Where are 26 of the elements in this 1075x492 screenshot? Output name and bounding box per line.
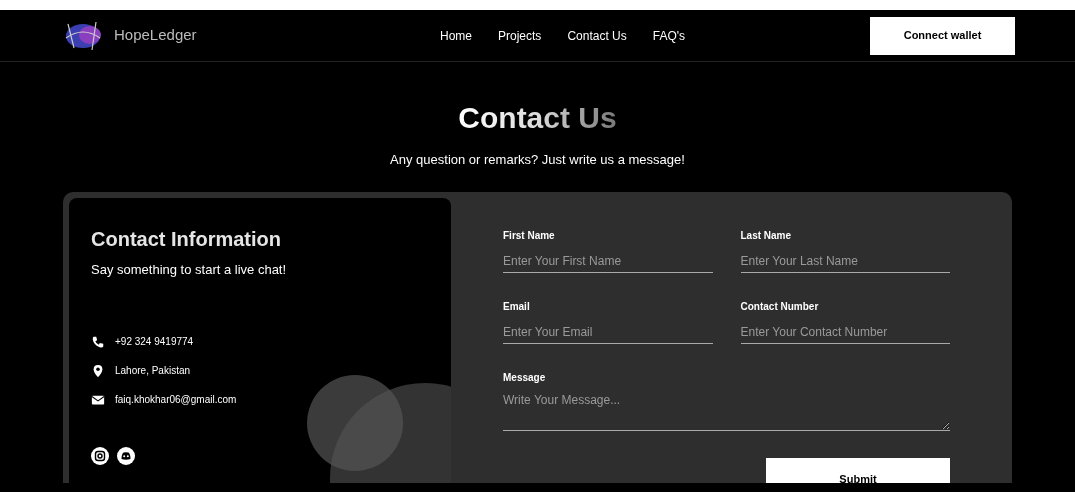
phone-icon: [91, 334, 105, 349]
brand-name: HopeLedger: [114, 25, 197, 46]
instagram-icon[interactable]: [91, 447, 109, 465]
message-field[interactable]: Write Your Message...: [503, 390, 950, 431]
nav-link[interactable]: Projects: [498, 26, 542, 45]
text-field[interactable]: Enter Your Email: [503, 321, 713, 344]
field-label: Last Name: [740, 228, 793, 243]
field-label: First Name: [503, 228, 556, 243]
discord-icon[interactable]: [117, 447, 135, 465]
info-subtitle: Say something to start a live chat!: [91, 260, 288, 279]
connect-wallet-button[interactable]: Connect wallet: [870, 16, 1015, 55]
text-field[interactable]: Enter Your Contact Number: [740, 321, 950, 344]
field-label: Message: [503, 370, 547, 385]
location-pin-icon: [91, 363, 105, 378]
field-label: Email: [503, 299, 531, 314]
nav-link[interactable]: Contact Us: [567, 26, 627, 45]
text-field[interactable]: Enter Your First Name: [503, 250, 713, 273]
contact-detail: +92 324 9419774: [115, 335, 194, 349]
info-title: Contact Information: [91, 226, 282, 252]
nav-link[interactable]: Home: [440, 26, 472, 45]
text-field[interactable]: Enter Your Last Name: [740, 250, 950, 273]
contact-detail: faiq.khokhar06@gmail.com: [115, 393, 237, 407]
page-subtitle: Any question or remarks? Just write us a message!: [390, 151, 685, 169]
nav-link[interactable]: FAQ's: [652, 26, 686, 45]
contact-detail: Lahore, Pakistan: [115, 364, 191, 378]
field-label: Contact Number: [740, 299, 820, 314]
